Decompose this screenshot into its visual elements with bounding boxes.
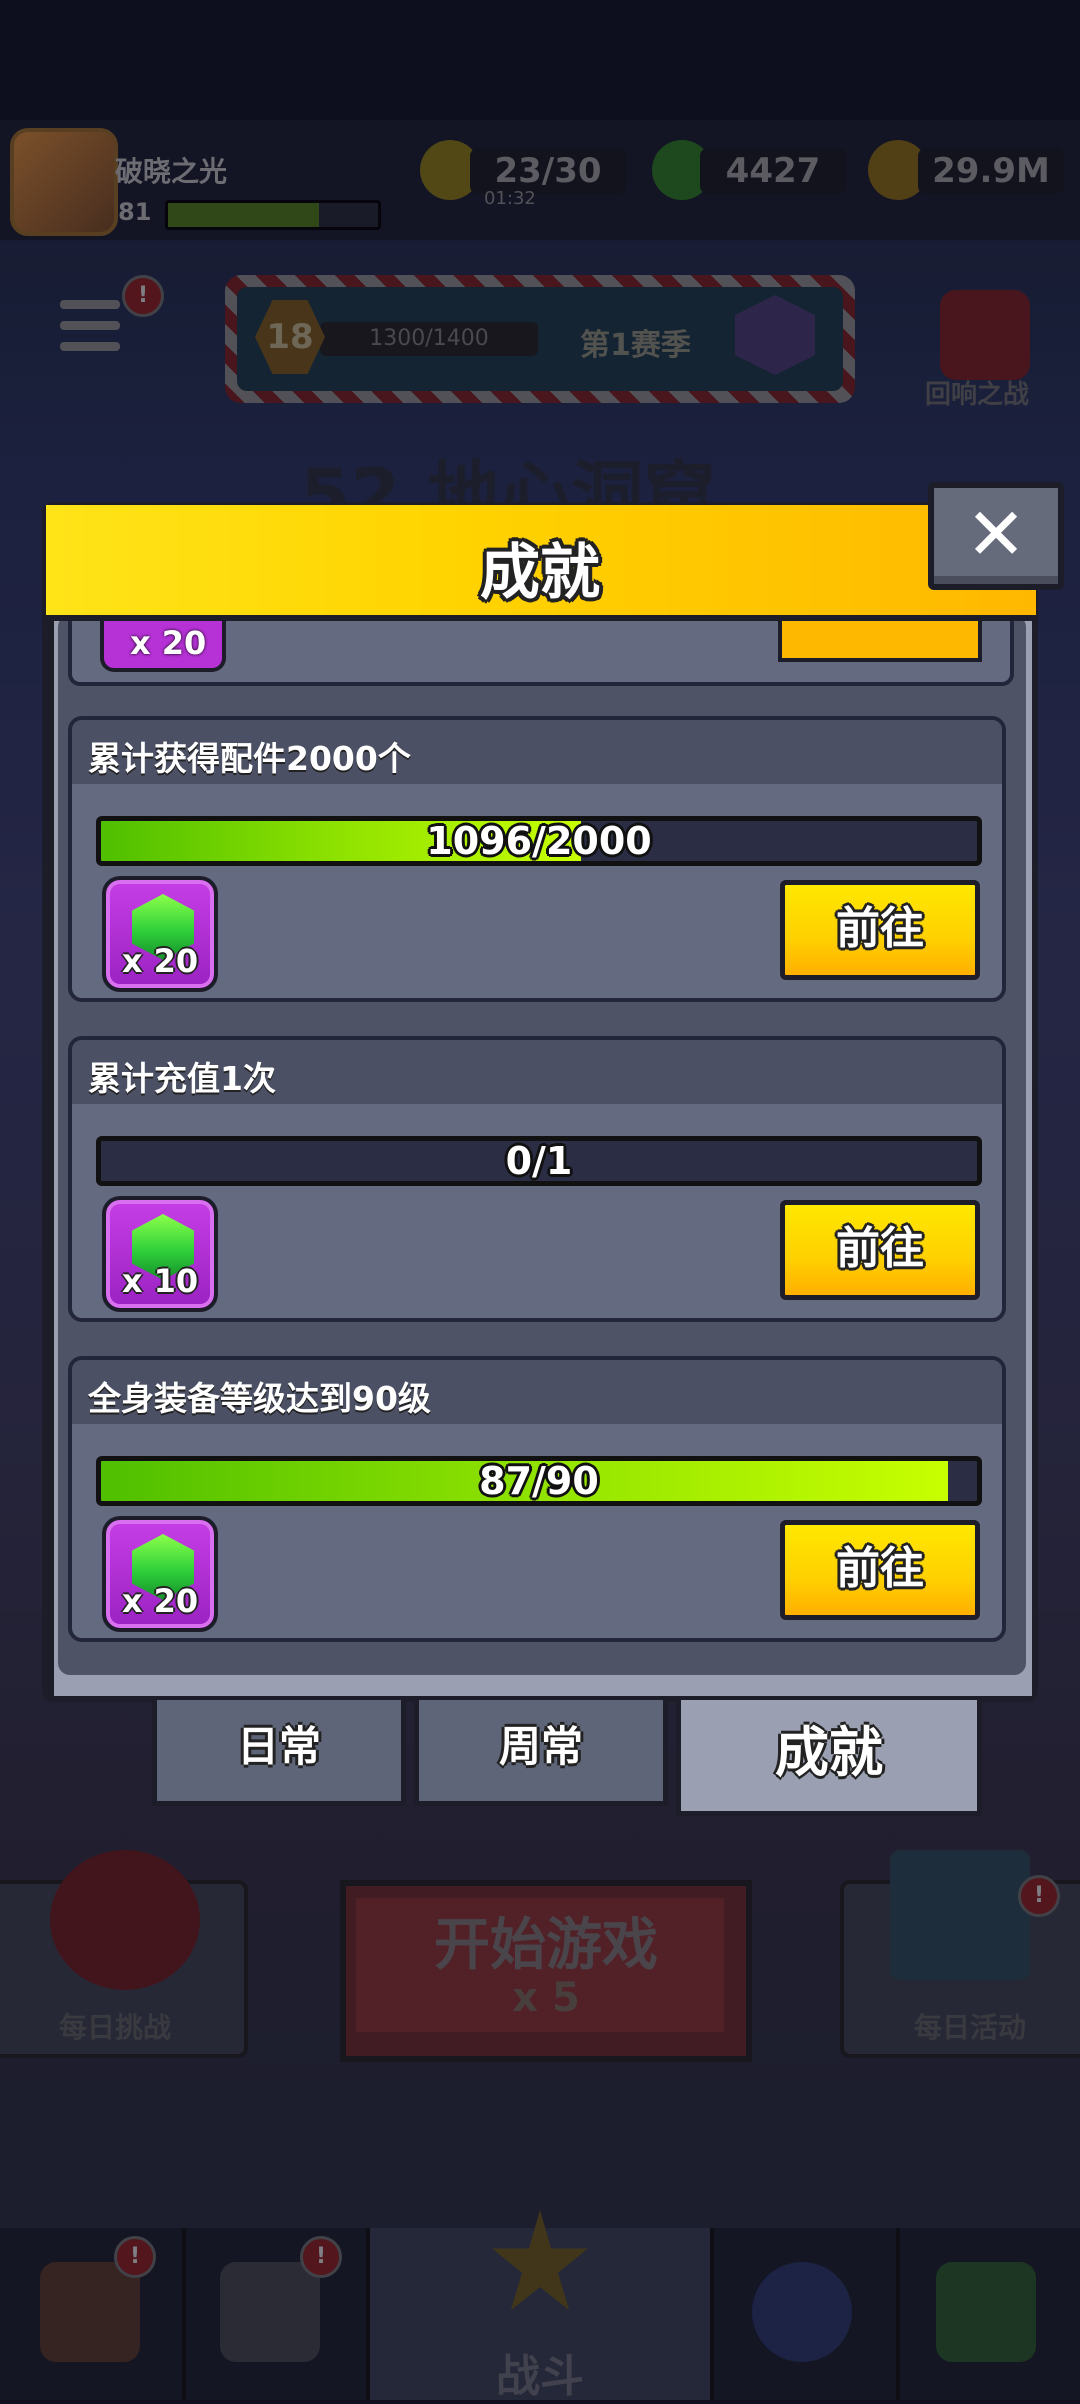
achievement-title: 累计获得配件2000个: [88, 739, 411, 778]
close-button[interactable]: ✕: [928, 482, 1064, 590]
reward-gem: x 20: [102, 876, 218, 992]
achievement-card: 累计充值1次 0/1 x 10 前往: [68, 1036, 1006, 1322]
partial-go-button[interactable]: [778, 618, 982, 662]
achievement-progress-text: 1096/2000: [426, 819, 652, 863]
achievement-progress-bar: 0/1: [96, 1136, 982, 1186]
achievement-progress-bar: 1096/2000: [96, 816, 982, 866]
partial-reward-count: x 20: [130, 624, 207, 662]
achievement-progress-text: 0/1: [505, 1139, 573, 1183]
tab-weekly[interactable]: 周常: [414, 1700, 668, 1806]
reward-count: x 20: [121, 1582, 199, 1620]
reward-gem: x 20: [102, 1516, 218, 1632]
modal-title: 成就: [480, 538, 600, 608]
reward-count: x 20: [121, 942, 199, 980]
achievement-title: 累计充值1次: [88, 1059, 276, 1098]
achievement-card: 全身装备等级达到90级 87/90 x 20 前往: [68, 1356, 1006, 1642]
tab-achievement[interactable]: 成就: [676, 1700, 982, 1816]
achievement-card: 累计获得配件2000个 1096/2000 x 20 前往: [68, 716, 1006, 1002]
achievement-header: 累计充值1次: [72, 1040, 1002, 1104]
go-button[interactable]: 前往: [780, 880, 980, 980]
achievement-header: 累计获得配件2000个: [72, 720, 1002, 784]
tab-daily[interactable]: 日常: [152, 1700, 406, 1806]
achievement-title: 全身装备等级达到90级: [88, 1379, 431, 1418]
reward-gem: x 10: [102, 1196, 218, 1312]
reward-count: x 10: [121, 1262, 199, 1300]
achievement-progress-bar: 87/90: [96, 1456, 982, 1506]
go-button[interactable]: 前往: [780, 1200, 980, 1300]
achievement-header: 全身装备等级达到90级: [72, 1360, 1002, 1424]
achievement-progress-text: 87/90: [479, 1459, 599, 1503]
go-button[interactable]: 前往: [780, 1520, 980, 1620]
